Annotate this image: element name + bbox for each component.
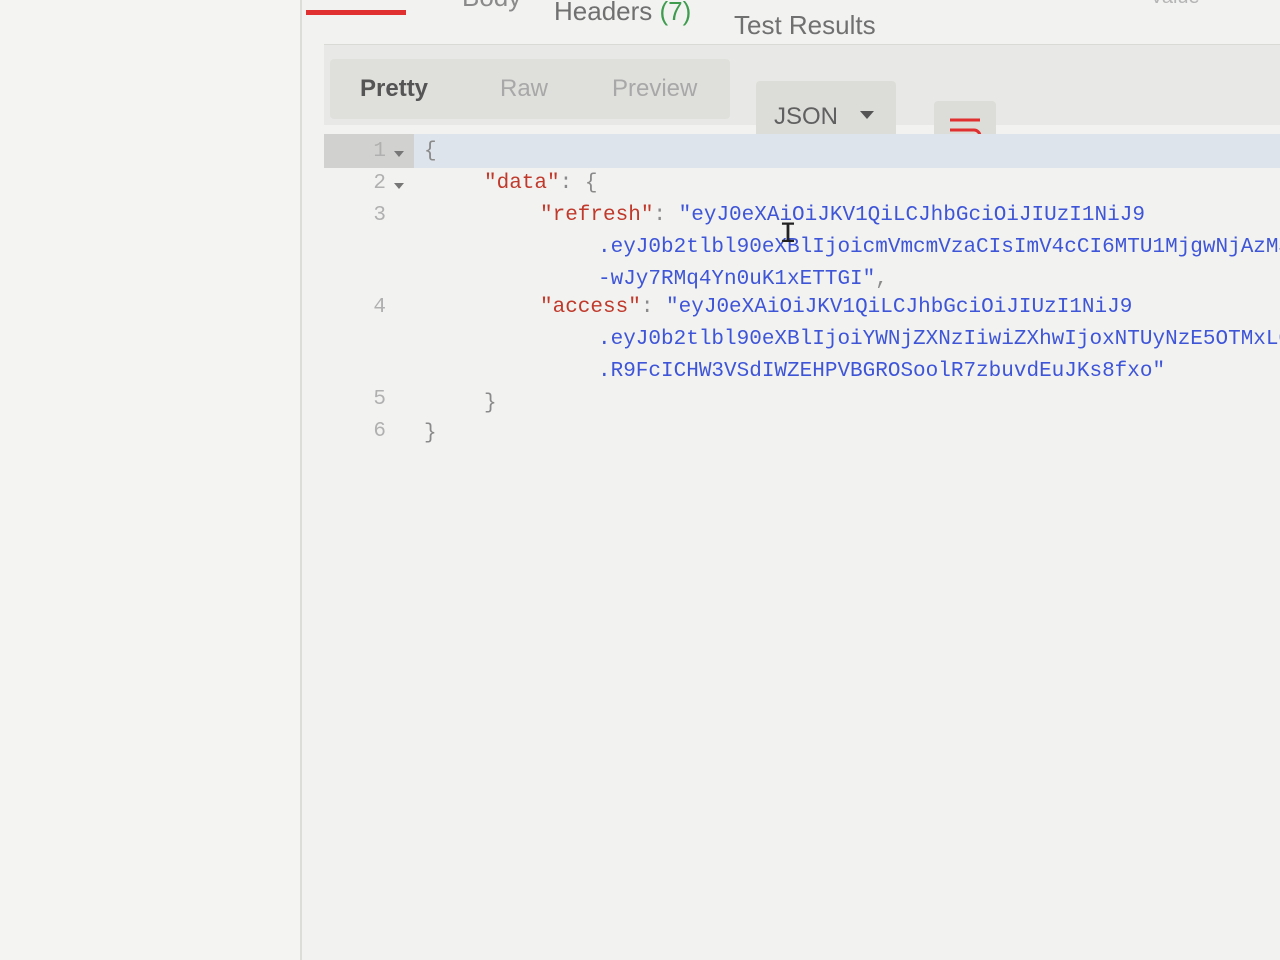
- view-raw-button[interactable]: Raw: [500, 75, 548, 103]
- format-select-value: JSON: [774, 103, 839, 130]
- line-number: 3: [373, 204, 386, 227]
- json-close-inner-brace: }: [484, 392, 497, 415]
- line-number: 5: [373, 388, 386, 411]
- json-line-refresh: "refresh": "eyJ0eXAiOiJKV1QiLCJhbGciOiJI…: [540, 204, 1145, 227]
- text-cursor-icon: I: [779, 218, 798, 252]
- json-key-access: "access": [540, 296, 641, 319]
- json-line-data: "data": {: [484, 172, 597, 195]
- json-key-refresh: "refresh": [540, 204, 654, 227]
- view-mode-group: Pretty Raw Preview: [330, 59, 730, 119]
- json-comma: ,: [875, 268, 888, 291]
- line-number: 4: [373, 296, 386, 319]
- json-response-viewer[interactable]: 1 2 3 4 5 6 { "data": { "refresh": "eyJ0…: [324, 130, 1280, 460]
- left-empty-area: [0, 0, 300, 960]
- json-value-refresh-part1: "eyJ0eXAiOiJKV1QiLCJhbGciOiJIUzI1NiJ9: [678, 204, 1145, 227]
- json-value-access-part1: "eyJ0eXAiOiJKV1QiLCJhbGciOiJIUzI1NiJ9: [666, 296, 1133, 319]
- json-line-refresh-end: -wJy7RMq4Yn0uK1xETTGI",: [598, 268, 888, 291]
- line-number: 6: [373, 420, 386, 443]
- active-line-highlight: [324, 134, 1280, 168]
- json-line-access: "access": "eyJ0eXAiOiJKV1QiLCJhbGciOiJIU…: [540, 296, 1132, 319]
- fold-caret-icon[interactable]: [394, 183, 404, 189]
- tab-headers[interactable]: Headers (7): [554, 0, 691, 27]
- tab-headers-label: Headers: [554, 0, 653, 26]
- response-panel: Body Headers (7) Test Results Value Pret…: [302, 0, 1280, 960]
- response-tabs: Body Headers (7) Test Results Value: [302, 0, 1280, 40]
- response-toolbar: Pretty Raw Preview JSON: [324, 44, 1280, 161]
- json-open-brace: {: [424, 140, 437, 163]
- json-value-access-part2: .eyJ0b2tlbl90eXBlIjoiYWNjZXNzIiwiZXhwIjo…: [598, 328, 1280, 351]
- json-value-access-part3: .R9FcICHW3VSdIWZEHPVBGROSoolR7zbuvdEuJKs…: [598, 360, 1166, 383]
- active-tab-indicator: [306, 10, 406, 15]
- json-value-refresh-part3: -wJy7RMq4Yn0uK1xETTGI": [598, 268, 876, 291]
- view-preview-button[interactable]: Preview: [612, 75, 697, 103]
- line-number: 2: [373, 172, 386, 195]
- json-close-outer-brace: }: [424, 422, 437, 445]
- fold-caret-icon[interactable]: [394, 151, 404, 157]
- line-number: 1: [373, 140, 386, 163]
- json-punct: : {: [559, 172, 598, 195]
- json-punct: :: [653, 204, 679, 227]
- json-punct: :: [640, 296, 667, 319]
- value-column-header: Value: [1150, 0, 1200, 9]
- headers-count-badge: (7): [659, 0, 692, 26]
- view-pretty-button[interactable]: Pretty: [360, 75, 428, 103]
- json-value-refresh-part2: .eyJ0b2tlbl90eXBlIjoicmVmcmVzaCIsImV4cCI…: [598, 236, 1280, 259]
- chevron-down-icon: [860, 111, 874, 119]
- tab-test-results[interactable]: Test Results: [734, 10, 876, 41]
- tab-body[interactable]: Body: [462, 0, 521, 13]
- json-key-data: "data": [484, 172, 560, 195]
